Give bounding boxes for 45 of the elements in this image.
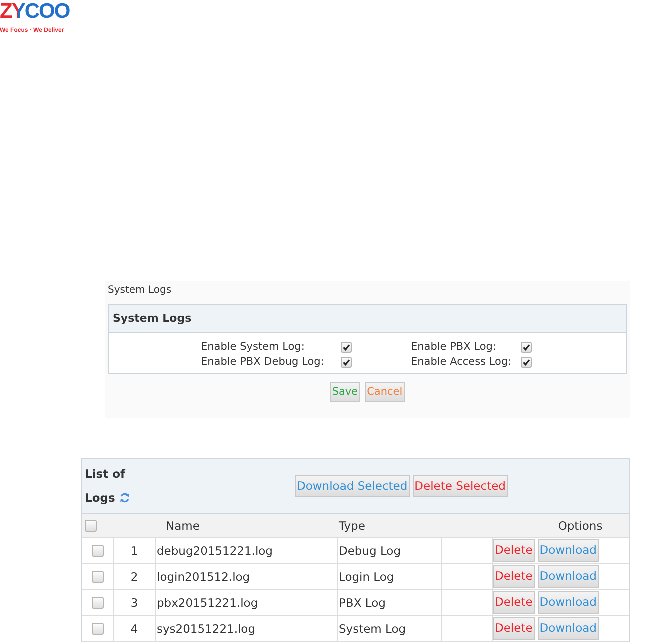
table-title: List of: [85, 466, 127, 483]
row-checkbox[interactable]: [92, 622, 104, 634]
row-checkbox[interactable]: [92, 570, 104, 582]
download-button[interactable]: Download: [538, 565, 599, 588]
file-name: sys20151221.log: [157, 622, 256, 636]
checkbox[interactable]: [341, 356, 352, 368]
option-label: Enable PBX Debug Log:: [201, 356, 326, 368]
row-checkbox[interactable]: [92, 544, 104, 556]
panel-title: System Logs: [109, 305, 626, 333]
option-label: Enable Access Log:: [411, 356, 513, 368]
download-selected-button[interactable]: Download Selected: [295, 475, 410, 497]
checkbox[interactable]: [521, 356, 532, 368]
download-button[interactable]: Download: [538, 591, 599, 614]
delete-button[interactable]: Delete: [493, 617, 535, 640]
row-number: 2: [130, 570, 138, 584]
row-checkbox[interactable]: [92, 596, 104, 608]
delete-button[interactable]: Delete: [493, 565, 535, 588]
file-name: login201512.log: [157, 570, 250, 584]
delete-button[interactable]: Delete: [493, 539, 535, 562]
cancel-button[interactable]: Cancel: [365, 382, 405, 402]
row-number: 1: [130, 544, 138, 558]
option-label: Enable System Log:: [201, 341, 306, 353]
row-number: 4: [130, 622, 138, 636]
delete-selected-button[interactable]: Delete Selected: [412, 475, 508, 497]
log-type: Login Log: [339, 570, 394, 584]
row-number: 3: [130, 596, 138, 610]
download-button[interactable]: Download: [538, 539, 599, 562]
table-title: Logs: [85, 490, 116, 507]
file-name: pbx20151221.log: [157, 596, 258, 610]
log-type: System Log: [339, 622, 406, 636]
column-header: Options: [558, 518, 603, 532]
option-label: Enable PBX Log:: [411, 341, 498, 353]
save-button[interactable]: Save: [330, 382, 360, 402]
download-button[interactable]: Download: [538, 617, 599, 640]
page-title: System Logs: [108, 284, 173, 298]
refresh-icon[interactable]: [119, 492, 132, 504]
checkbox[interactable]: [521, 342, 532, 352]
column-header: Type: [339, 518, 366, 532]
file-name: debug20151221.log: [157, 544, 273, 558]
checkbox[interactable]: [341, 342, 352, 352]
log-type: Debug Log: [339, 544, 402, 558]
delete-button[interactable]: Delete: [493, 591, 535, 614]
select-all-checkbox[interactable]: [85, 520, 97, 532]
log-type: PBX Log: [339, 596, 386, 610]
column-header: Name: [166, 518, 200, 532]
